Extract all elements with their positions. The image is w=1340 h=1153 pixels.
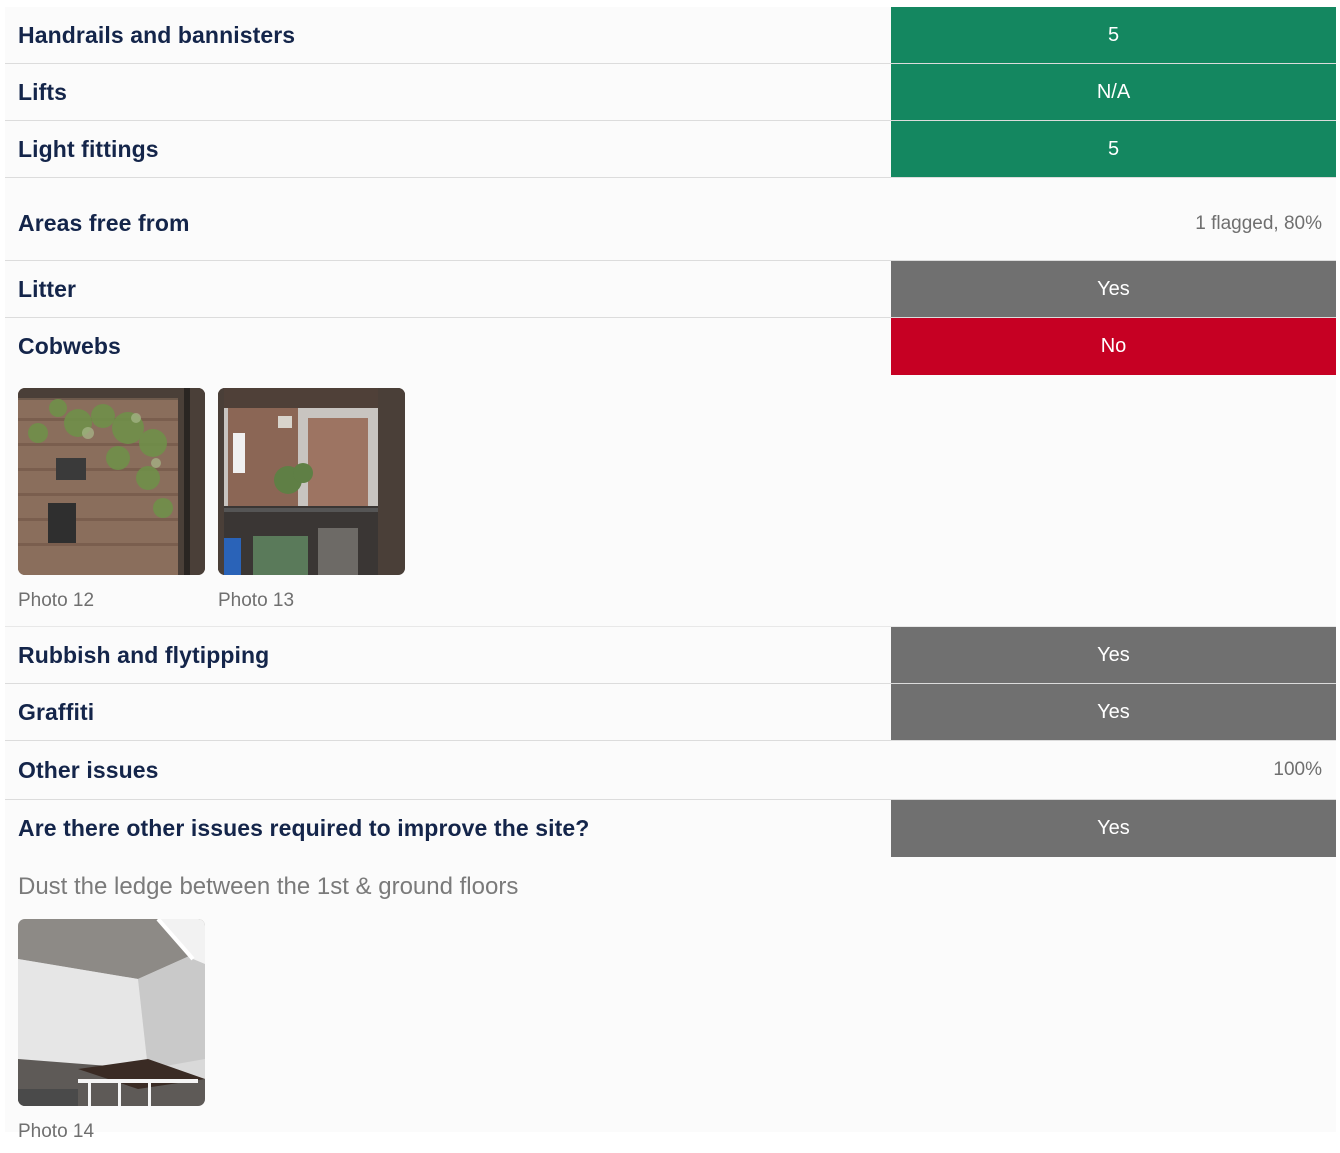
question-row-lifts: Lifts N/A bbox=[5, 64, 1336, 121]
photo-gallery-cobwebs: Photo 12 Photo 13 bbox=[5, 375, 1336, 627]
question-label: Handrails and bannisters bbox=[18, 21, 296, 48]
section-score: 1 flagged, 80% bbox=[1195, 212, 1322, 234]
answer-badge: Yes bbox=[891, 261, 1336, 317]
question-row-litter: Litter Yes bbox=[5, 261, 1336, 318]
question-label: Light fittings bbox=[18, 135, 159, 162]
section-score: 100% bbox=[1273, 759, 1322, 780]
answer-badge-flagged: No bbox=[891, 318, 1336, 375]
section-title: Other issues bbox=[18, 756, 159, 783]
photo-gallery-other-issues: Photo 14 bbox=[5, 902, 1336, 1142]
photo-thumbnail-window-brick-wall[interactable] bbox=[18, 388, 205, 575]
section-header-areas-free-from[interactable]: Areas free from 1 flagged, 80% bbox=[5, 178, 1336, 261]
photo-item[interactable]: Photo 14 bbox=[18, 919, 205, 1143]
question-row-cobwebs: Cobwebs No bbox=[5, 318, 1336, 375]
photo-caption: Photo 13 bbox=[218, 590, 295, 611]
question-row-handrails: Handrails and bannisters 5 bbox=[5, 7, 1336, 64]
question-label: Rubbish and flytipping bbox=[18, 641, 270, 668]
answer-badge: 5 bbox=[891, 7, 1336, 63]
question-row-light-fittings: Light fittings 5 bbox=[5, 121, 1336, 178]
question-label: Lifts bbox=[18, 78, 68, 105]
answer-badge: Yes bbox=[891, 684, 1336, 740]
section-title: Areas free from bbox=[18, 210, 190, 236]
section-header-other-issues[interactable]: Other issues 100% bbox=[5, 741, 1336, 800]
answer-badge: 5 bbox=[891, 121, 1336, 177]
photo-thumbnail-stairwell-ledge[interactable] bbox=[18, 919, 205, 1106]
photo-thumbnail-window-yard[interactable] bbox=[218, 388, 405, 575]
answer-badge: Yes bbox=[891, 627, 1336, 683]
question-label: Graffiti bbox=[18, 698, 95, 725]
question-label: Litter bbox=[18, 275, 77, 302]
photo-item[interactable]: Photo 12 bbox=[18, 388, 205, 612]
inspection-report: Handrails and bannisters 5 Lifts N/A Lig… bbox=[5, 7, 1336, 1142]
question-label: Cobwebs bbox=[18, 333, 121, 359]
photo-caption: Photo 14 bbox=[18, 1121, 95, 1142]
photo-item[interactable]: Photo 13 bbox=[218, 388, 405, 612]
question-label: Are there other issues required to impro… bbox=[18, 815, 590, 841]
question-row-other-issues-required: Are there other issues required to impro… bbox=[5, 800, 1336, 857]
question-row-rubbish: Rubbish and flytipping Yes bbox=[5, 627, 1336, 684]
answer-badge: Yes bbox=[891, 800, 1336, 857]
answer-note: Dust the ledge between the 1st & ground … bbox=[18, 873, 519, 900]
question-row-graffiti: Graffiti Yes bbox=[5, 684, 1336, 741]
answer-badge: N/A bbox=[891, 64, 1336, 120]
photo-caption: Photo 12 bbox=[18, 590, 95, 611]
